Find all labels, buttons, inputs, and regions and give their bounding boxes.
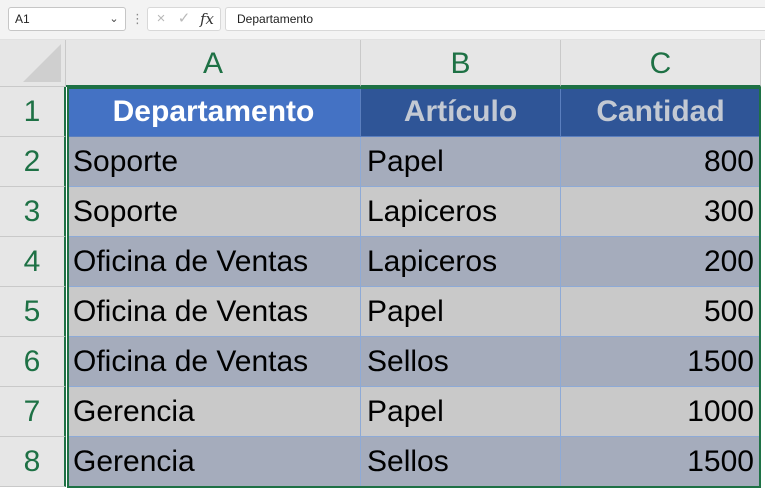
column-header-b[interactable]: B (361, 40, 561, 87)
cell-a8[interactable]: Gerencia (67, 437, 361, 487)
cell-a3[interactable]: Soporte (67, 187, 361, 237)
row-header-2[interactable]: 2 (0, 137, 66, 187)
cell-c7[interactable]: 1000 (561, 387, 761, 437)
row-header-4[interactable]: 4 (0, 237, 66, 287)
insert-function-icon[interactable]: fx (196, 9, 218, 29)
cell-c2[interactable]: 800 (561, 137, 761, 187)
cell-b2[interactable]: Papel (361, 137, 561, 187)
cell-c1[interactable]: Cantidad (561, 87, 761, 137)
column-header-a[interactable]: A (66, 40, 361, 87)
cell-b7[interactable]: Papel (361, 387, 561, 437)
select-all-triangle-icon (23, 44, 61, 82)
cell-b3[interactable]: Lapiceros (361, 187, 561, 237)
cell-a5[interactable]: Oficina de Ventas (67, 287, 361, 337)
grid-edge (761, 40, 765, 490)
row-header-6[interactable]: 6 (0, 337, 66, 387)
formula-input[interactable]: Departamento (225, 7, 765, 31)
cell-b8[interactable]: Sellos (361, 437, 561, 487)
cell-a6[interactable]: Oficina de Ventas (67, 337, 361, 387)
formula-buttons: × ✓ fx (147, 7, 221, 31)
cell-a7[interactable]: Gerencia (67, 387, 361, 437)
cancel-icon[interactable]: × (150, 9, 172, 29)
more-options-icon[interactable]: ⋮ (131, 10, 144, 28)
cell-a1[interactable]: Departamento (67, 87, 361, 137)
cell-b4[interactable]: Lapiceros (361, 237, 561, 287)
cell-b1[interactable]: Artículo (361, 87, 561, 137)
name-box-value: A1 (15, 12, 30, 26)
cell-c5[interactable]: 500 (561, 287, 761, 337)
row-header-3[interactable]: 3 (0, 187, 66, 237)
cell-b5[interactable]: Papel (361, 287, 561, 337)
cell-b6[interactable]: Sellos (361, 337, 561, 387)
cell-c6[interactable]: 1500 (561, 337, 761, 387)
name-box[interactable]: A1 ⌄ (8, 7, 126, 31)
cell-c3[interactable]: 300 (561, 187, 761, 237)
cell-a4[interactable]: Oficina de Ventas (67, 237, 361, 287)
cell-c4[interactable]: 200 (561, 237, 761, 287)
enter-icon[interactable]: ✓ (173, 9, 195, 29)
cell-c8[interactable]: 1500 (561, 437, 761, 487)
formula-bar: A1 ⌄ ⋮ × ✓ fx Departamento (0, 0, 765, 40)
spreadsheet-grid: A B C 1 2 3 4 5 6 7 8 Departamento Artíc… (0, 40, 765, 490)
row-header-5[interactable]: 5 (0, 287, 66, 337)
select-all-button[interactable] (0, 40, 66, 87)
row-header-8[interactable]: 8 (0, 437, 66, 487)
row-header-7[interactable]: 7 (0, 387, 66, 437)
column-header-c[interactable]: C (561, 40, 761, 87)
cell-a2[interactable]: Soporte (67, 137, 361, 187)
chevron-down-icon[interactable]: ⌄ (107, 8, 121, 30)
row-header-1[interactable]: 1 (0, 87, 66, 137)
